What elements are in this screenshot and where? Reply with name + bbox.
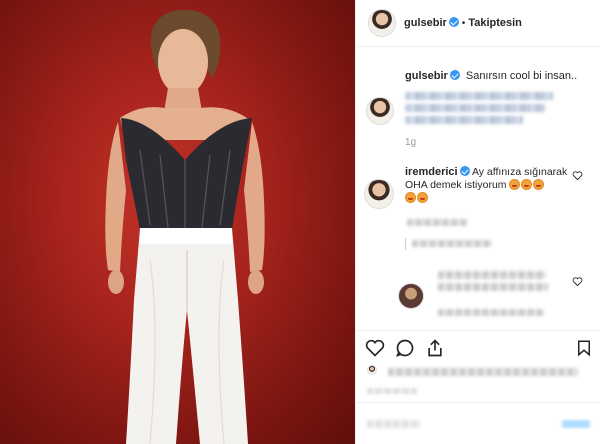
comment-divider <box>355 402 600 403</box>
verified-badge-icon <box>449 70 460 80</box>
like-comment-heart-icon[interactable] <box>572 170 583 181</box>
comment-icon[interactable] <box>395 338 415 358</box>
heart-icon[interactable] <box>365 338 385 358</box>
liker-avatar[interactable] <box>367 365 377 375</box>
blurred-post-time <box>367 388 417 394</box>
header-text: gulsebir • Takiptesin <box>404 17 522 29</box>
caption-text: Sanırsın cool bi insan.. <box>465 70 578 82</box>
emoji-icon <box>521 179 533 190</box>
commenter-avatar[interactable] <box>366 97 394 125</box>
post-sidebar: gulsebir • Takiptesin <box>355 0 600 444</box>
comment-time: 1g <box>405 137 417 148</box>
post-photo[interactable] <box>0 0 355 444</box>
blurred-likes-text[interactable] <box>388 368 578 376</box>
comment-username[interactable]: iremderici <box>405 166 458 178</box>
view-replies-toggle[interactable] <box>405 238 501 250</box>
actions-divider <box>355 330 600 331</box>
blurred-comment-line <box>405 104 545 112</box>
header-separator: • <box>461 18 466 29</box>
comment-input[interactable] <box>367 420 421 428</box>
emoji-icon <box>533 179 545 190</box>
emoji-icon <box>417 192 428 203</box>
author-avatar[interactable] <box>368 9 396 37</box>
emoji-icon <box>509 179 521 190</box>
blurred-reply-user <box>438 271 546 279</box>
woman-portrait-illustration <box>105 9 265 444</box>
blurred-reply-text <box>438 283 548 291</box>
comment-text-line1: Ay affınıza sığınarak <box>471 166 568 178</box>
bookmark-icon[interactable] <box>575 338 593 358</box>
blurred-replies-text <box>412 240 492 247</box>
like-reply-heart-icon[interactable] <box>572 276 583 287</box>
action-bar <box>365 338 593 360</box>
blurred-comment-line <box>405 116 523 124</box>
comment-iremderici: iremderici Ay affınıza sığınarak OHA dem… <box>405 166 575 205</box>
iremderici-avatar[interactable] <box>364 179 394 209</box>
reply-avatar[interactable] <box>398 283 424 309</box>
instagram-post: gulsebir • Takiptesin gulsebir Sanırsın co… <box>0 0 600 444</box>
blurred-comment-line <box>405 92 553 100</box>
reply-text <box>438 283 548 293</box>
caption-username[interactable]: gulsebir <box>405 70 448 82</box>
blurred-comment-meta <box>407 219 467 226</box>
emoji-icon <box>405 192 416 203</box>
post-comment-button[interactable] <box>562 420 590 428</box>
verified-badge-icon <box>448 17 459 27</box>
caption: gulsebir Sanırsın cool bi insan.. <box>405 70 577 82</box>
share-icon[interactable] <box>425 338 445 358</box>
follow-status-button[interactable]: Takiptesin <box>468 17 522 29</box>
verified-badge-icon <box>459 166 470 176</box>
comment-text-line2: OHA demek istiyorum <box>405 179 507 191</box>
blurred-reply-meta <box>438 309 544 316</box>
author-username[interactable]: gulsebir <box>404 17 447 29</box>
post-header: gulsebir • Takiptesin <box>356 0 600 47</box>
